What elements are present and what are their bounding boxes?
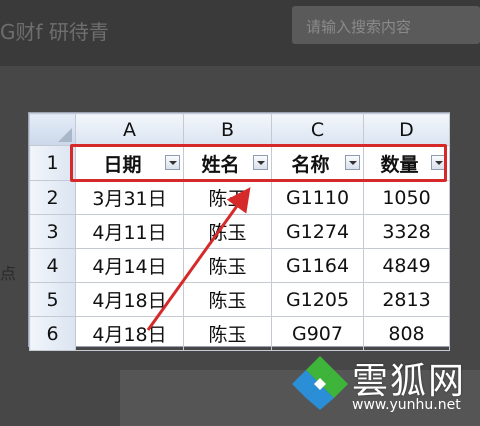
cell-b4[interactable]: 陈玉 [183, 248, 272, 283]
yunhu-logo-icon [292, 356, 348, 410]
row-header-2[interactable]: 2 [29, 180, 76, 215]
row-header-1[interactable]: 1 [29, 145, 76, 181]
page-header: G财f 研待青 请输入搜索内容 [0, 0, 480, 66]
cell-a5[interactable]: 4月18日 [75, 282, 184, 317]
cell-a3[interactable]: 4月11日 [75, 214, 184, 249]
select-all-corner[interactable] [29, 113, 76, 146]
column-header-c[interactable]: C [271, 113, 364, 146]
cell-d5[interactable]: 2813 [363, 282, 450, 317]
select-all-icon [58, 128, 72, 142]
row-header-3[interactable]: 3 [29, 214, 76, 249]
cell-b2[interactable]: 陈玉 [183, 180, 272, 215]
cell-c5[interactable]: G1205 [271, 282, 364, 317]
cell-b6[interactable]: 陈玉 [183, 316, 272, 351]
cell-c3[interactable]: G1274 [271, 214, 364, 249]
cell-c4[interactable]: G1164 [271, 248, 364, 283]
cell-b5[interactable]: 陈玉 [183, 282, 272, 317]
column-header-d[interactable]: D [363, 113, 450, 146]
cell-a4[interactable]: 4月14日 [75, 248, 184, 283]
cell-a2[interactable]: 3月31日 [75, 180, 184, 215]
cell-d4[interactable]: 4849 [363, 248, 450, 283]
search-input[interactable]: 请输入搜索内容 [292, 6, 480, 44]
cell-d3[interactable]: 3328 [363, 214, 450, 249]
page-title: G财f 研待青 [0, 20, 109, 44]
cell-c6[interactable]: G907 [271, 316, 364, 351]
row-header-5[interactable]: 5 [29, 282, 76, 317]
search-placeholder: 请输入搜索内容 [306, 18, 412, 36]
side-text: 点 [0, 264, 17, 283]
cell-c2[interactable]: G1110 [271, 180, 364, 215]
cell-d6[interactable]: 808 [363, 316, 450, 351]
header-row-highlight [70, 144, 447, 182]
row-header-6[interactable]: 6 [29, 316, 76, 351]
watermark-url: www.yunhu.net [352, 397, 461, 413]
cell-a6[interactable]: 4月18日 [75, 316, 184, 351]
column-header-a[interactable]: A [75, 113, 184, 146]
cell-d2[interactable]: 1050 [363, 180, 450, 215]
cell-b3[interactable]: 陈玉 [183, 214, 272, 249]
column-header-b[interactable]: B [183, 113, 272, 146]
row-header-4[interactable]: 4 [29, 248, 76, 283]
